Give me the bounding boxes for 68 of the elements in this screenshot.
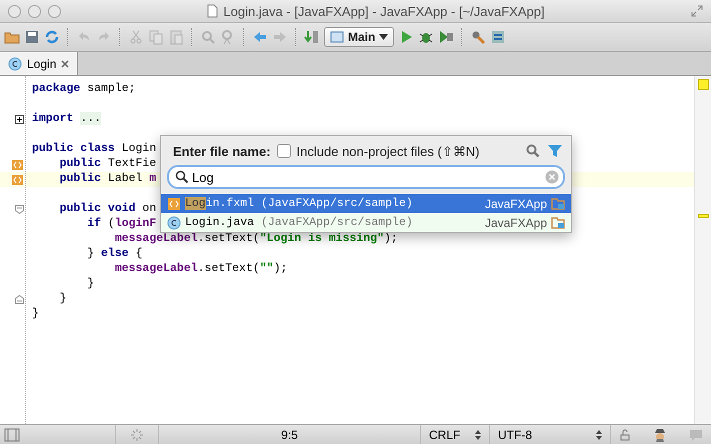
code-line: public Label m [58,172,156,185]
panel-toggle-icon[interactable] [4,428,20,442]
updown-icon [596,430,602,440]
code-line: if (loginF [86,217,156,230]
search-field[interactable]: Log [167,165,565,189]
caret-icon [379,34,388,40]
file-result-item[interactable]: Login.java (JavaFXApp/src/sample) JavaFXApp [161,213,571,232]
inspector-icon[interactable] [652,426,668,442]
module-name: JavaFXApp [484,196,547,210]
code-line: messageLabel.setText("Login is missing"); [114,232,398,245]
module-folder-icon [551,216,565,228]
save-icon[interactable] [24,29,40,45]
wrench-icon[interactable] [470,29,486,45]
close-button[interactable] [8,4,21,18]
fxml-link-icon[interactable] [11,158,24,170]
minimize-button[interactable] [28,4,41,18]
class-icon [8,56,22,70]
search-icon[interactable] [525,143,541,159]
tab-label: Login [27,56,56,70]
fold-icon[interactable] [15,295,24,304]
warning-marker[interactable] [698,79,709,90]
file-result-item[interactable]: Login.fxml (JavaFXApp/src/sample) JavaFXApp [161,194,571,213]
close-icon[interactable] [61,60,70,68]
fullscreen-icon[interactable] [691,5,703,17]
code-line: package sample; [32,82,136,95]
include-checkbox[interactable] [276,144,291,158]
code-line: messageLabel.setText(""); [114,262,288,275]
sync-icon[interactable] [44,29,60,45]
build-icon[interactable] [304,29,320,45]
fxml-file-icon [167,196,181,210]
code-line: } [86,277,94,290]
speech-bubble-icon[interactable] [689,428,703,442]
file-encoding[interactable]: UTF-8 [498,428,532,442]
code-line: } [58,292,67,305]
clear-icon[interactable] [545,170,559,184]
lock-icon[interactable] [619,428,631,440]
file-name: Login.java (JavaFXApp/src/sample) [185,216,414,229]
code-line: public class Login [32,142,156,155]
warning-marker[interactable] [698,214,709,218]
code-line: import ... [32,112,102,125]
code-line: } [32,307,39,320]
run-configuration-dropdown[interactable]: Main [324,27,394,47]
checkbox-label: Include non-project files (⇧⌘N) [296,144,480,158]
code-line: public TextFie [58,157,156,170]
search-text: Log [192,170,215,184]
module-folder-icon [551,198,565,210]
fxml-link-icon[interactable] [11,174,24,186]
document-icon [207,4,218,18]
fold-icon[interactable] [15,205,24,214]
code-line: } else { [86,247,142,260]
module-name: JavaFXApp [484,216,547,230]
editor-tab[interactable]: Login [0,52,78,75]
window-title: Login.java - [JavaFXApp] - JavaFXApp - [~/JavaFXApp] [223,4,545,18]
structure-icon[interactable] [490,29,506,45]
zoom-button[interactable] [48,4,61,18]
spinner-icon [130,428,144,442]
updown-icon [475,430,481,440]
cursor-position[interactable]: 9:5 [281,428,298,442]
search-icon [175,170,189,184]
back-arrow-icon[interactable] [252,29,268,45]
file-name: Login.fxml (JavaFXApp/src/sample) [185,197,414,210]
code-line: public void on [58,202,156,215]
filter-icon[interactable] [547,143,563,159]
popup-label: Enter file name: [173,144,271,158]
class-icon [167,216,181,230]
window-icon [330,31,344,43]
line-separator[interactable]: CRLF [429,428,460,442]
expand-fold-icon[interactable] [15,115,24,124]
